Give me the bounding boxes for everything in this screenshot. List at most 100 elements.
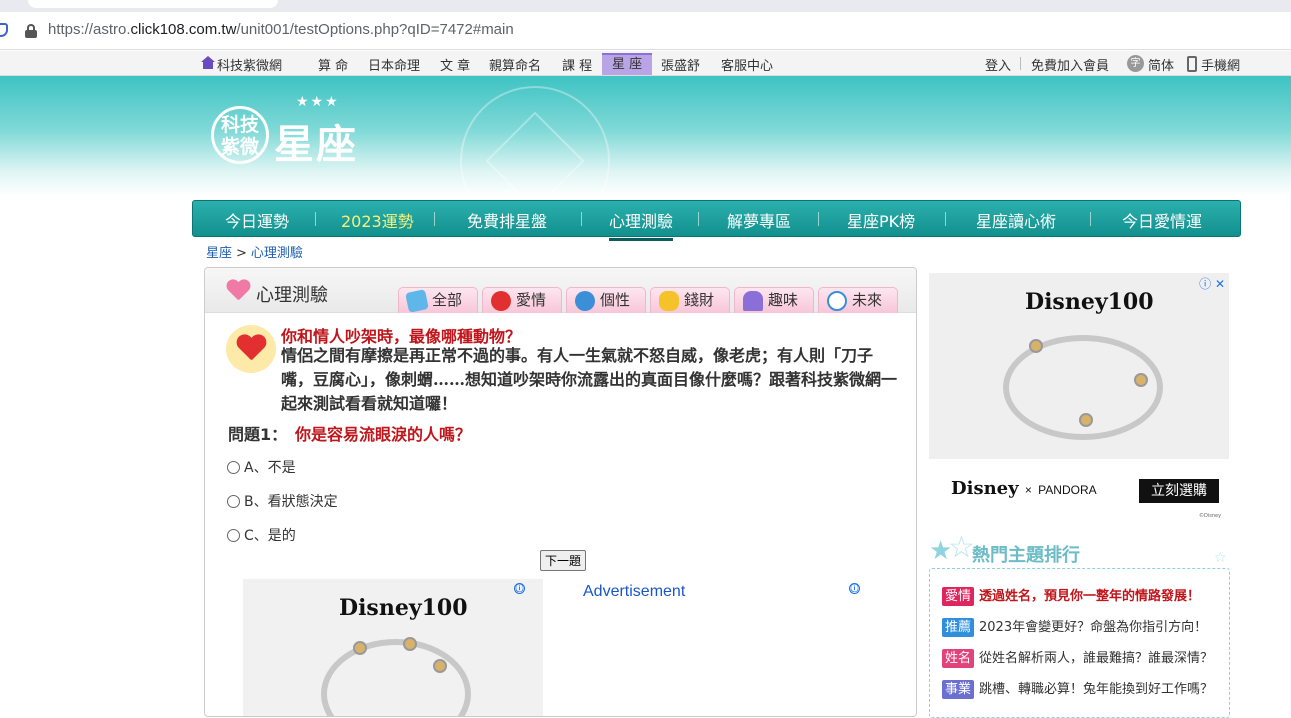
topnav-item-support[interactable]: 客服中心 — [721, 55, 773, 74]
sidebar-ad-image[interactable]: Disney100 — [929, 273, 1229, 459]
nav-psych-test[interactable]: 心理測驗 — [609, 208, 674, 241]
hot-topic-item[interactable]: 愛情 透過姓名，預見你一整年的情路發展！ — [942, 585, 1200, 606]
topic-tag: 推薦 — [942, 618, 975, 637]
logo-stars-icon: ★★★ — [296, 94, 340, 110]
nav-pk-ranking[interactable]: 星座PK榜 — [847, 208, 915, 232]
hot-topic-item[interactable]: 姓名 從姓名解析兩人，誰最難搞？誰最深情？ — [942, 647, 1213, 668]
nav-2023-fortune[interactable]: 2023運勢 — [341, 208, 414, 232]
ad-logo: Disney100 — [339, 595, 468, 621]
breadcrumb-home[interactable]: 星座 — [206, 246, 232, 261]
browser-tab[interactable] — [28, 0, 278, 8]
hot-topic-item[interactable]: 推薦 2023年會變更好？命盤為你指引方向！ — [942, 616, 1207, 637]
tab-love[interactable]: 愛情 — [482, 287, 562, 313]
option-label: A、不是 — [244, 460, 296, 476]
tab-label: 全部 — [432, 291, 463, 309]
topnav-item-zhang[interactable]: 張盛舒 — [661, 55, 700, 74]
inline-ad-image[interactable]: Disney100 — [243, 579, 543, 716]
nav-divider — [818, 212, 819, 226]
shield-icon[interactable] — [0, 23, 8, 37]
option-a[interactable]: A、不是 — [227, 457, 296, 477]
charm-graphic — [433, 659, 447, 673]
login-link[interactable]: 登入 — [985, 55, 1011, 74]
ad-brand-x: × — [1024, 483, 1032, 497]
quiz-heart-badge — [226, 325, 276, 373]
nav-divider — [1090, 212, 1091, 226]
browser-address-bar[interactable]: https://astro.click108.com.tw/unit001/te… — [0, 12, 1291, 50]
tab-label: 愛情 — [516, 291, 547, 309]
lock-icon[interactable] — [25, 24, 37, 38]
tab-future[interactable]: 未來 — [818, 287, 898, 313]
tab-label: 個性 — [600, 291, 631, 309]
nav-divider — [945, 212, 946, 226]
ad-brand-disney: Disney — [951, 478, 1019, 499]
simplified-chinese-link[interactable]: 简体 — [1148, 55, 1174, 74]
charm-graphic — [1079, 413, 1093, 427]
ad-logo: Disney100 — [1025, 289, 1154, 315]
heart-icon — [226, 280, 250, 302]
join-link[interactable]: 免費加入會員 — [1031, 55, 1109, 74]
radio-button[interactable] — [227, 529, 240, 542]
nav-divider — [698, 212, 699, 226]
nav-mind-reading[interactable]: 星座讀心術 — [976, 208, 1056, 232]
ad-info-icon[interactable]: ⓘ — [849, 583, 860, 594]
nav-dream[interactable]: 解夢專區 — [727, 208, 791, 232]
top-site-nav: 科技紫微網 算 命 日本命理 文 章 親算命名 課 程 星 座 張盛舒 客服中心… — [0, 51, 1291, 76]
mobile-site-link[interactable]: 手機網 — [1201, 55, 1240, 74]
topic-text[interactable]: 從姓名解析兩人，誰最難搞？誰最深情？ — [979, 651, 1213, 666]
ad-buy-button[interactable]: 立刻選購 — [1139, 479, 1219, 503]
mobile-phone-icon[interactable] — [1187, 56, 1197, 72]
topic-text[interactable]: 2023年會變更好？命盤為你指引方向！ — [979, 620, 1207, 635]
star-icon: ☆ — [948, 530, 975, 565]
book-icon — [405, 289, 429, 313]
close-icon[interactable]: ✕ — [1215, 277, 1225, 291]
topnav-item-naming[interactable]: 親算命名 — [489, 55, 541, 74]
sidebar-ad[interactable]: Disney100 ⓘ ✕ Disney × PANDORA 立刻選購 ©Dis… — [929, 273, 1229, 523]
topic-tag: 愛情 — [942, 587, 975, 606]
topnav-item-japan[interactable]: 日本命理 — [368, 55, 420, 74]
tab-fun[interactable]: 趣味 — [734, 287, 814, 313]
topnav-item-courses[interactable]: 課 程 — [562, 55, 592, 74]
nav-free-chart[interactable]: 免費排星盤 — [467, 208, 547, 232]
site-logo[interactable]: 科技 紫微 — [211, 106, 269, 164]
breadcrumb-current[interactable]: 心理測驗 — [251, 246, 303, 261]
topic-tag: 姓名 — [942, 649, 975, 668]
url-text[interactable]: https://astro.click108.com.tw/unit001/te… — [48, 21, 514, 38]
ad-brand: Disney × PANDORA — [951, 478, 1097, 499]
quiz-description: 情侶之間有摩擦是再正常不過的事。有人一生氣就不怒自威，像老虎；有人則「刀子嘴，豆… — [281, 346, 898, 413]
tab-money[interactable]: 錢財 — [650, 287, 730, 313]
radio-button[interactable] — [227, 495, 240, 508]
charm-graphic — [353, 641, 367, 655]
topnav-home-link[interactable]: 科技紫微網 — [217, 55, 282, 74]
tab-label: 錢財 — [684, 291, 715, 309]
topic-text[interactable]: 透過姓名，預見你一整年的情路發展！ — [979, 589, 1200, 604]
topnav-item-astrology[interactable]: 星 座 — [602, 53, 653, 75]
main-nav: 今日運勢 2023運勢 免費排星盤 心理測驗 解夢專區 星座PK榜 星座讀心術 … — [192, 200, 1241, 241]
question-number: 問題1： — [228, 425, 288, 444]
advertisement-label: Advertisement — [583, 583, 686, 600]
tab-label: 趣味 — [768, 291, 799, 309]
ad-close-icon[interactable]: ⓘ ✕ — [1199, 275, 1225, 292]
option-label: C、是的 — [244, 528, 296, 544]
topnav-item-fortune[interactable]: 算 命 — [318, 55, 348, 74]
nav-today-fortune[interactable]: 今日運勢 — [225, 208, 289, 232]
nav-love-today[interactable]: 今日愛情運 — [1122, 208, 1202, 232]
site-section-title[interactable]: 星座 — [274, 112, 358, 170]
radio-button[interactable] — [227, 461, 240, 474]
hot-topic-item[interactable]: 事業 跳槽、轉職必算！兔年能換到好工作嗎？ — [942, 678, 1213, 699]
question-text: 你是容易流眼淚的人嗎？ — [295, 425, 472, 444]
next-question-button[interactable]: 下一題 — [540, 550, 587, 571]
panel-header: 心理測驗 全部 愛情 個性 錢財 趣味 未來 — [205, 268, 916, 313]
topnav-item-articles[interactable]: 文 章 — [440, 55, 470, 74]
home-icon[interactable] — [201, 56, 215, 69]
language-icon[interactable]: 字 — [1127, 55, 1144, 72]
nav-divider — [581, 212, 582, 226]
option-c[interactable]: C、是的 — [227, 525, 296, 545]
ad-info-icon[interactable]: ⓘ — [1199, 277, 1211, 291]
ad-brand-pandora: PANDORA — [1038, 483, 1097, 497]
option-b[interactable]: B、看狀態決定 — [227, 491, 338, 511]
topic-text[interactable]: 跳槽、轉職必算！兔年能換到好工作嗎？ — [979, 682, 1213, 697]
ad-info-icon[interactable]: ⓘ — [514, 583, 525, 594]
tab-all[interactable]: 全部 — [398, 287, 478, 313]
tab-personality[interactable]: 個性 — [566, 287, 646, 313]
hot-topics-title: 熱門主題排行 — [972, 545, 1080, 566]
